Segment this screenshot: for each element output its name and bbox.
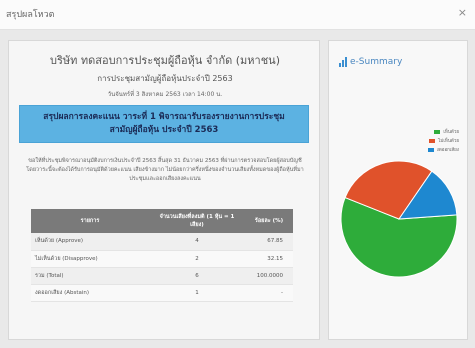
row-percent: 100.0000 [245,267,293,285]
window-title: สรุปผลโหวต [6,10,55,20]
row-percent: 32.15 [245,250,293,268]
report-panel: บริษัท ทดสอบการประชุมผู้ถือหุ้น จำกัด (ม… [8,40,320,340]
row-label: รวม (Total) [31,267,149,285]
chart-legend: เห็นด้วย ไม่เห็นด้วย งดออกเสียง [427,127,459,154]
results-table: รายการ จำนวนเสียงที่ลงมติ (1 หุ้น = 1 เส… [31,209,293,302]
bar-chart-icon [339,57,347,67]
table-header-row: รายการ จำนวนเสียงที่ลงมติ (1 หุ้น = 1 เส… [31,209,293,233]
row-label: เห็นด้วย (Approve) [31,233,149,251]
legend-item: งดออกเสียง [427,145,459,154]
row-percent: 67.85 [245,233,293,251]
table-row: งดออกเสียง (Abstain) 1 - [31,284,293,302]
summary-panel: e-Summary เห็นด้วย ไม่เห็นด้วย งดออกเสีย… [328,40,468,340]
table-row: เห็นด้วย (Approve) 4 67.85 [31,233,293,251]
legend-swatch [429,138,436,143]
summary-title: e-Summary [350,57,403,67]
table-row: ไม่เห็นด้วย (Disapprove) 2 32.15 [31,250,293,268]
row-label: ไม่เห็นด้วย (Disapprove) [31,250,149,268]
agenda-title: สรุปผลการลงคะแนน วาระที่ 1 พิจารณารับรอง… [43,112,285,135]
agenda-banner: สรุปผลการลงคะแนน วาระที่ 1 พิจารณารับรอง… [19,105,309,143]
column-header-percent: ร้อยละ (%) [245,209,293,233]
row-votes: 2 [149,250,245,268]
legend-label: ไม่เห็นด้วย [438,139,459,144]
legend-swatch [434,129,441,134]
close-icon[interactable]: × [458,6,467,19]
meeting-title: การประชุมสามัญผู้ถือหุ้นประจำปี 2563 [97,74,233,83]
agenda-description: ขอให้ที่ประชุมพิจารณาอนุมัติงบการเงินประ… [26,158,304,182]
column-header-votes: จำนวนเสียงที่ลงมติ (1 หุ้น = 1 เสียง) [149,209,245,233]
legend-label: เห็นด้วย [443,130,459,135]
row-votes: 4 [149,233,245,251]
table-row: รวม (Total) 6 100.0000 [31,267,293,285]
column-header-item: รายการ [31,209,149,233]
company-name: บริษัท ทดสอบการประชุมผู้ถือหุ้น จำกัด (ม… [50,54,280,67]
legend-item: เห็นด้วย [428,127,459,136]
legend-swatch [427,147,434,152]
legend-label: งดออกเสียง [436,148,459,153]
vote-pie-chart [340,160,458,278]
legend-item: ไม่เห็นด้วย [428,136,459,145]
row-label: งดออกเสียง (Abstain) [31,284,149,302]
row-percent: - [245,284,293,302]
row-votes: 1 [149,284,245,302]
summary-header: e-Summary [339,53,402,67]
meeting-datetime: วันจันทร์ที่ 3 สิงหาคม 2563 เวลา 14:00 น… [107,91,223,98]
row-votes: 6 [149,267,245,285]
window-titlebar: สรุปผลโหวต × [0,0,475,30]
